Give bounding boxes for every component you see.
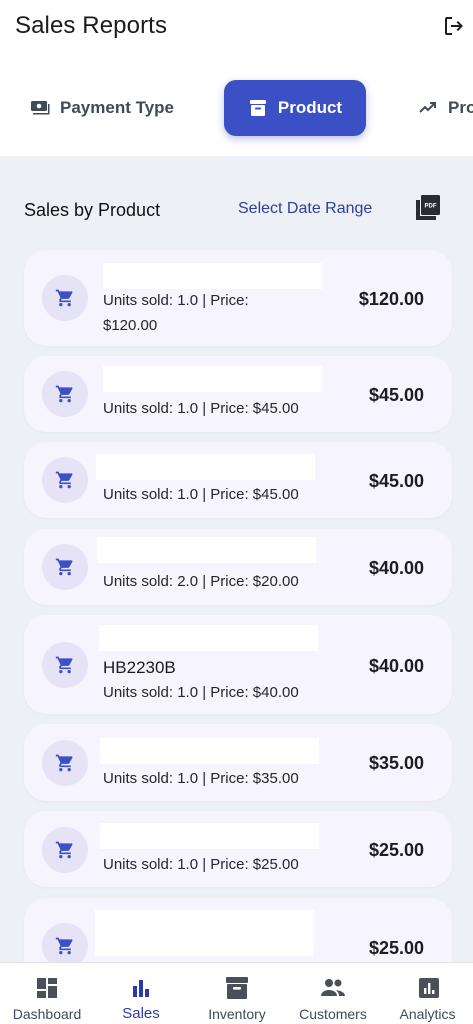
item-amount: $25.00 (368, 938, 424, 958)
product-name: HB2230B (103, 658, 176, 677)
cart-icon-badge (42, 371, 88, 417)
item-details: Units sold: 1.0 | Price: $45.00 (103, 400, 299, 417)
item-details: Units sold: 1.0 | Price: $25.00 (103, 856, 299, 873)
people-icon (320, 975, 346, 1001)
tab-payment-type[interactable]: Payment Type (30, 80, 174, 136)
tab-profit-label: Pro (448, 98, 473, 117)
analytics-icon (416, 975, 442, 1001)
item-amount: $25.00 (368, 840, 424, 860)
section-header: Sales by Product Select Date Range PDF (0, 156, 473, 250)
item-details: Units sold: 1.0 | Price: $45.00 (103, 486, 299, 503)
cart-icon (55, 754, 73, 772)
product-name-redacted (96, 454, 315, 480)
bar-chart-icon (128, 975, 154, 1001)
product-name-redacted (95, 910, 314, 956)
item-amount: $120.00 (358, 289, 424, 309)
cart-icon-badge (42, 740, 88, 786)
logout-button[interactable] (441, 12, 467, 40)
list-item[interactable]: HB2230B Units sold: 1.0 | Price: $40.00 … (24, 615, 452, 714)
product-name-redacted (100, 823, 319, 849)
nav-dashboard[interactable]: Dashboard (0, 963, 94, 1024)
logout-icon (445, 17, 463, 35)
item-details: Units sold: 1.0 | Price: $120.00 (103, 292, 249, 334)
list-item[interactable]: Units sold: 2.0 | Price: $20.00 $40.00 (24, 529, 452, 605)
select-date-range-button[interactable]: Select Date Range (238, 200, 372, 218)
cart-icon (55, 937, 73, 955)
report-tabs: Payment Type Product Pro (0, 60, 473, 156)
export-pdf-button[interactable]: PDF (415, 194, 441, 222)
item-details: Units sold: 1.0 | Price: $40.00 (103, 684, 299, 701)
list-item[interactable]: Units sold: 1.0 | Price: $45.00 $45.00 (24, 356, 452, 432)
inventory-icon (224, 975, 250, 1001)
nav-analytics[interactable]: Analytics (382, 963, 473, 1024)
nav-customers[interactable]: Customers (286, 963, 380, 1024)
app: Sales Reports Payment Type Product Pro S… (0, 0, 473, 1024)
product-name-redacted (99, 625, 318, 651)
tab-product[interactable]: Product (224, 80, 366, 136)
tab-profit[interactable]: Pro (418, 80, 473, 136)
product-name-redacted (97, 537, 316, 563)
item-details: Units sold: 2.0 | Price: $20.00 (103, 573, 299, 590)
list-item[interactable]: Units sold: 1.0 | Price: $45.00 $45.00 (24, 442, 452, 518)
nav-inventory[interactable]: Inventory (190, 963, 284, 1024)
archive-icon (248, 98, 268, 118)
cart-icon-badge (42, 544, 88, 590)
cash-icon (30, 98, 50, 118)
cart-icon (55, 656, 73, 674)
nav-sales[interactable]: Sales (94, 963, 188, 1024)
pdf-icon: PDF (416, 195, 440, 220)
dashboard-icon (34, 975, 60, 1001)
product-name-redacted (103, 366, 322, 392)
item-amount: $40.00 (368, 558, 424, 578)
cart-icon (55, 471, 73, 489)
section-title: Sales by Product (24, 200, 161, 220)
item-amount: $35.00 (368, 753, 424, 773)
product-name-redacted (100, 738, 319, 764)
tab-payment-type-label: Payment Type (60, 98, 175, 117)
svg-text:PDF: PDF (425, 204, 437, 210)
item-details: Units sold: 1.0 | Price: $35.00 (103, 770, 299, 787)
list-item[interactable]: Units sold: 1.0 | Price: $25.00 $25.00 (24, 811, 452, 887)
cart-icon-badge (42, 457, 88, 503)
page-title: Sales Reports (15, 12, 168, 39)
app-header: Sales Reports (0, 0, 473, 60)
cart-icon (55, 289, 73, 307)
cart-icon-badge (42, 827, 88, 873)
product-name-redacted (103, 263, 322, 289)
item-amount: $40.00 (368, 656, 424, 676)
item-amount: $45.00 (368, 385, 424, 405)
cart-icon-badge (42, 275, 88, 321)
tab-product-label: Product (277, 98, 343, 117)
item-amount: $45.00 (368, 471, 424, 491)
bottom-navigation: Dashboard Sales Inventory Customers Anal… (0, 962, 473, 1024)
cart-icon (55, 385, 73, 403)
cart-icon-badge (42, 642, 88, 688)
cart-icon (55, 558, 73, 576)
list-item[interactable]: Units sold: 1.0 | Price: $120.00 $120.00 (24, 250, 452, 346)
list-item[interactable]: Units sold: 1.0 | Price: $35.00 $35.00 (24, 724, 452, 801)
trending-up-icon (418, 98, 438, 118)
cart-icon (55, 841, 73, 859)
